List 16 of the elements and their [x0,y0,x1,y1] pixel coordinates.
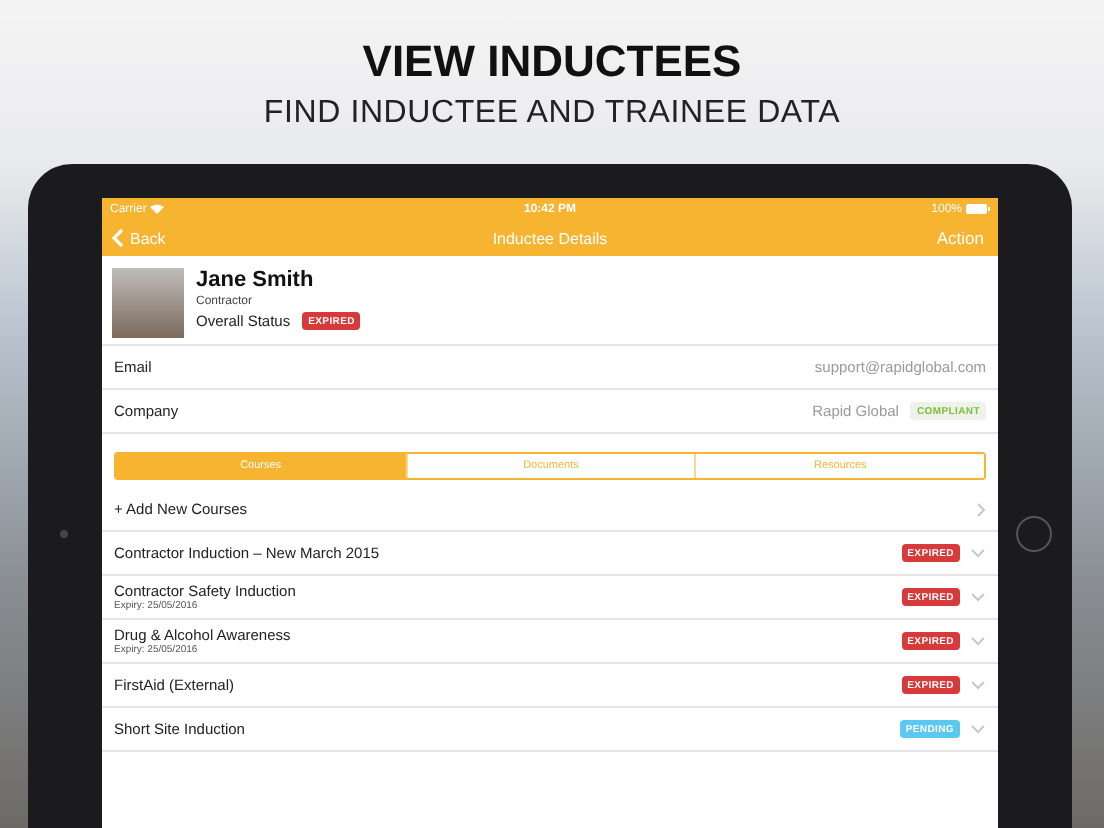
person-name: Jane Smith [196,268,316,294]
chevron-down-icon [970,680,986,690]
wifi-icon [150,204,165,214]
camera-icon [60,530,68,538]
chevron-down-icon [970,636,986,646]
hero-title: VIEW INDUCTEES [362,36,742,88]
hero-subtitle: FIND INDUCTEE AND TRAINEE DATA [263,94,841,134]
chevron-down-icon [970,592,986,602]
chevron-down-icon [970,724,986,734]
chevron-right-icon [976,501,986,517]
battery-icon [966,204,990,214]
chevron-left-icon [112,228,124,248]
photo-placeholder [112,268,184,338]
screen-title: Inductee Details [492,229,608,247]
home-button[interactable] [1016,516,1052,552]
chevron-down-icon [970,548,986,558]
